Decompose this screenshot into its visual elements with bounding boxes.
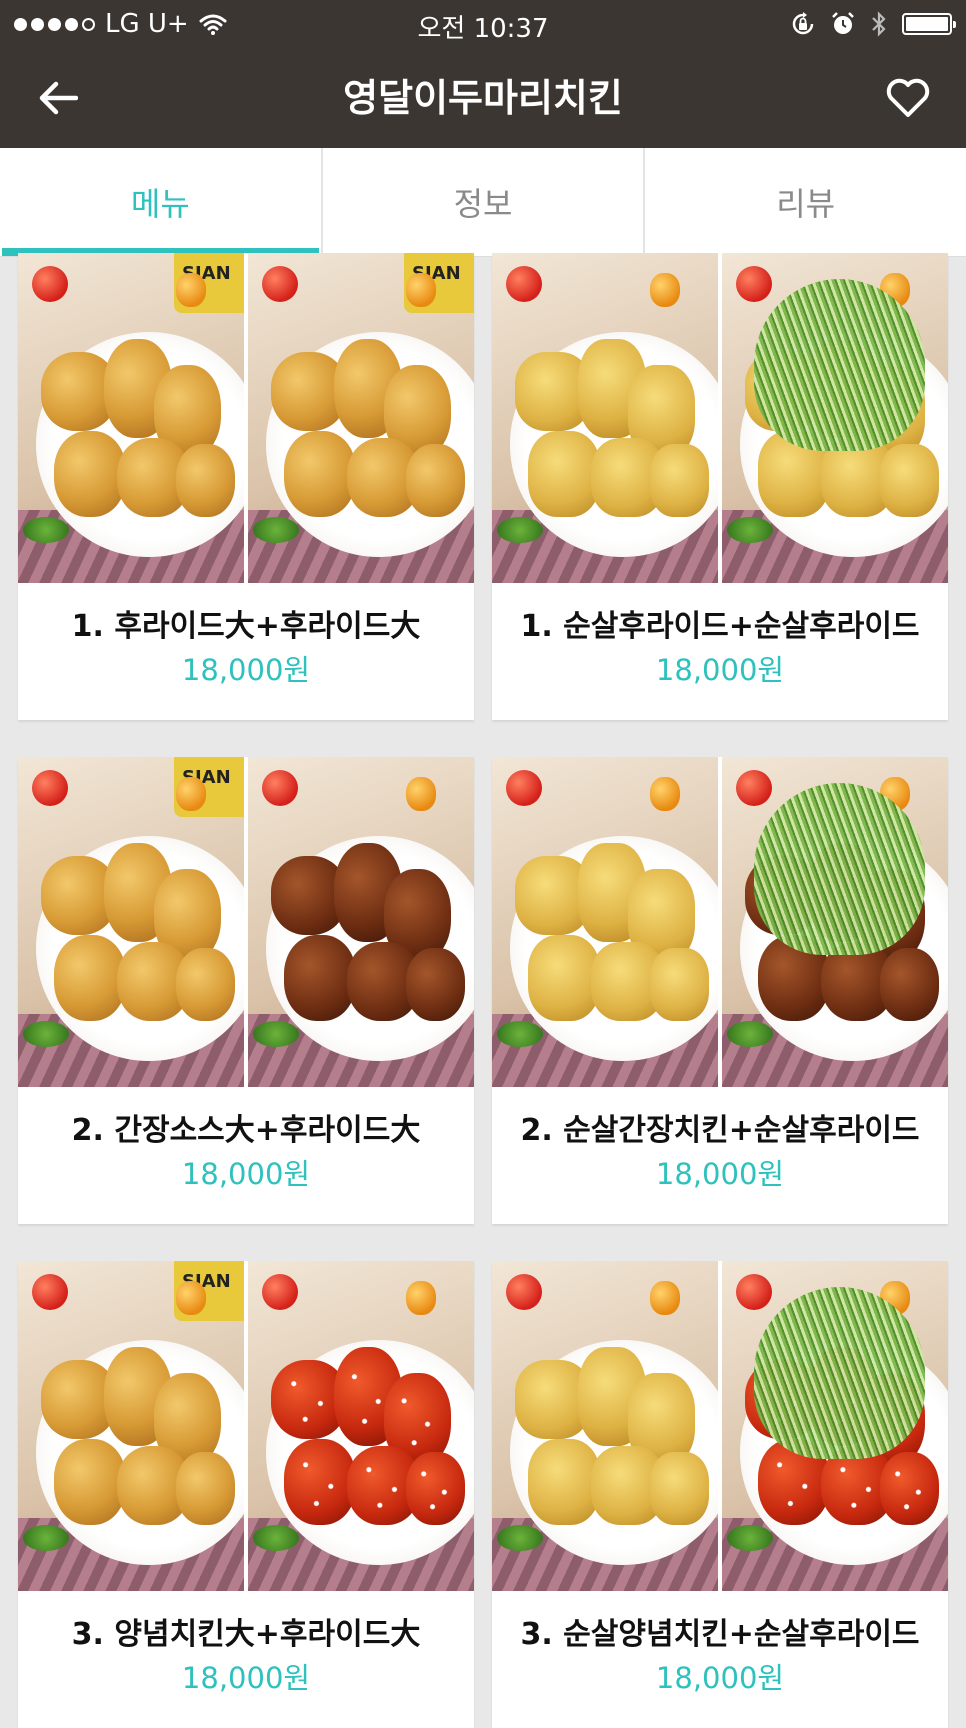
menu-item-card[interactable]: SIAN SIAN 1. 후라이드大+후라이드大 18,000원 <box>18 253 474 720</box>
fried-photo: SIAN <box>18 253 244 583</box>
app-header: 영달이두마리치킨 <box>0 48 966 148</box>
menu-item-name: 2. 순살간장치킨+순살후라이드 <box>520 1113 920 1148</box>
menu-item-price: 18,000원 <box>181 1661 311 1695</box>
menu-item-price: 18,000원 <box>181 1157 311 1191</box>
fried-photo: SIAN <box>248 253 474 583</box>
menu-item-photo: SIAN SIAN <box>18 253 474 583</box>
menu-item-name: 3. 양념치킨大+후라이드大 <box>71 1617 421 1652</box>
bluetooth-icon <box>872 11 886 37</box>
tab-menu[interactable]: 메뉴 <box>0 148 321 256</box>
alarm-icon <box>832 12 854 34</box>
spicy-photo <box>248 1261 474 1591</box>
battery-icon <box>902 13 956 35</box>
menu-item-photo: SIAN <box>18 1261 474 1591</box>
menu-item-name: 1. 후라이드大+후라이드大 <box>71 609 421 644</box>
menu-item-price: 18,000원 <box>655 1661 785 1695</box>
status-right <box>790 8 956 40</box>
menu-item-photo <box>492 1261 948 1591</box>
spicy-greens-photo <box>722 1261 948 1591</box>
tab-review[interactable]: 리뷰 <box>643 148 966 256</box>
menu-item-photo <box>492 757 948 1087</box>
menu-item-price: 18,000원 <box>181 653 311 687</box>
menu-item-photo: SIAN <box>18 757 474 1087</box>
fried-photo: SIAN <box>18 1261 244 1591</box>
menu-item-name: 3. 순살양념치킨+순살후라이드 <box>520 1617 920 1652</box>
menu-item-price: 18,000원 <box>655 1157 785 1191</box>
back-button[interactable] <box>30 72 86 124</box>
menu-item-card[interactable]: 2. 순살간장치킨+순살후라이드 18,000원 <box>492 757 948 1224</box>
status-bar: LG U+ 오전 10:37 <box>0 0 966 48</box>
boneless-photo <box>492 757 718 1087</box>
boneless-greens-photo <box>722 253 948 583</box>
fried-photo: SIAN <box>18 757 244 1087</box>
arrow-left-icon <box>39 81 78 115</box>
menu-item-card[interactable]: 1. 순살후라이드+순살후라이드 18,000원 <box>492 253 948 720</box>
favorite-button[interactable] <box>880 72 936 124</box>
rotation-lock-icon <box>792 12 814 35</box>
soy-greens-photo <box>722 757 948 1087</box>
menu-item-name: 2. 간장소스大+후라이드大 <box>71 1113 421 1148</box>
tab-bar: 메뉴 정보 리뷰 <box>0 148 966 257</box>
tab-info[interactable]: 정보 <box>320 148 644 256</box>
menu-item-photo <box>492 253 948 583</box>
heart-icon <box>886 78 930 117</box>
boneless-photo <box>492 1261 718 1591</box>
menu-item-card[interactable]: SIAN 2. 간장소스大+후라이드大 18,000원 <box>18 757 474 1224</box>
boneless-photo <box>492 253 718 583</box>
menu-item-card[interactable]: SIAN 3. 양념치킨大+후라이드大 18,000원 <box>18 1261 474 1728</box>
menu-item-card[interactable]: 3. 순살양념치킨+순살후라이드 18,000원 <box>492 1261 948 1728</box>
menu-item-price: 18,000원 <box>655 653 785 687</box>
page-title: 영달이두마리치킨 <box>343 76 623 120</box>
menu-item-name: 1. 순살후라이드+순살후라이드 <box>520 609 920 644</box>
soy-photo <box>248 757 474 1087</box>
